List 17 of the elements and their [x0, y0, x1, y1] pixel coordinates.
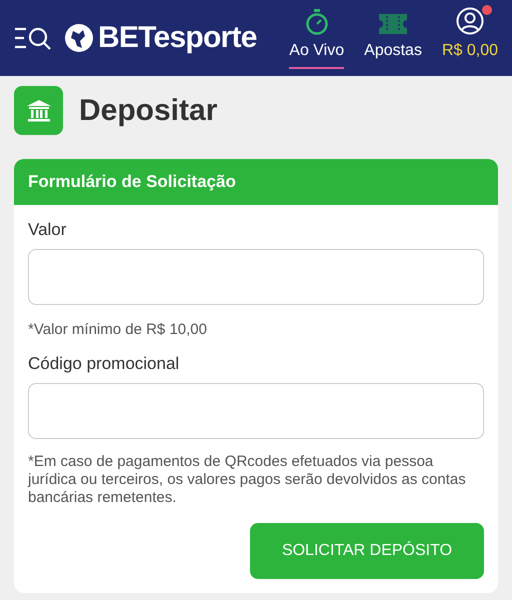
- input-field[interactable]: [28, 382, 484, 438]
- menu-search-icon[interactable]: [14, 25, 52, 51]
- form-title: Formulário de Solicitação: [28, 171, 236, 194]
- account-button[interactable]: R$ 0,00: [442, 7, 498, 69]
- field-label: Valor: [28, 219, 68, 241]
- stopwatch-icon: [304, 9, 329, 35]
- nav-tab[interactable]: Apostas: [364, 13, 422, 69]
- bank-icon: [14, 86, 63, 135]
- page-title: Depositar: [79, 93, 218, 129]
- user-icon: [456, 7, 484, 35]
- nav-tab[interactable]: Ao Vivo: [289, 9, 344, 69]
- field-label: Código promocional: [28, 353, 180, 375]
- ticket-icon: [378, 13, 408, 35]
- field-hint: *Valor mínimo de R$ 10,00: [28, 320, 208, 340]
- logo-text: BETesporte: [98, 23, 257, 53]
- input-field[interactable]: [28, 248, 484, 304]
- notice-text: *Em caso de pagamentos de QRcodes efetuados via pessoa jurídica ou terceiros, os valores pagos serão devolvidos as contas bancárias remetentes.: [28, 452, 467, 506]
